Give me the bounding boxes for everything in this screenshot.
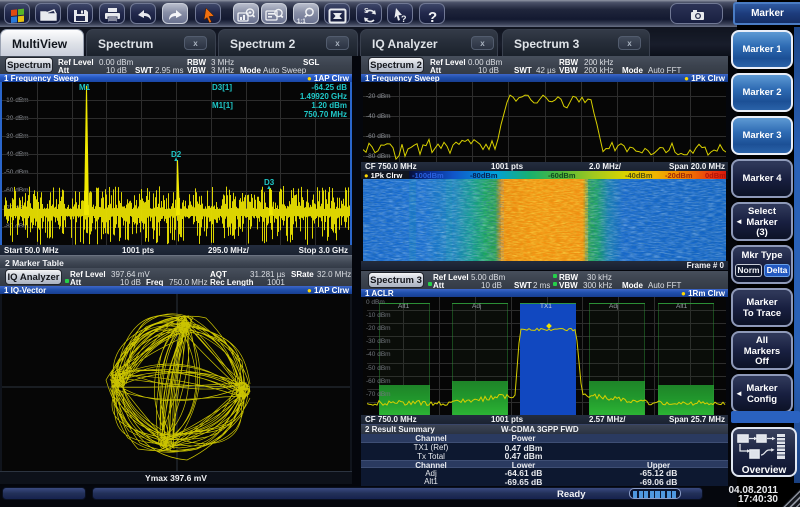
svg-text:1:1: 1:1	[297, 19, 306, 25]
svg-text:S: S	[364, 8, 369, 15]
svg-text:?: ?	[428, 9, 437, 26]
svg-text:?: ?	[401, 14, 407, 24]
